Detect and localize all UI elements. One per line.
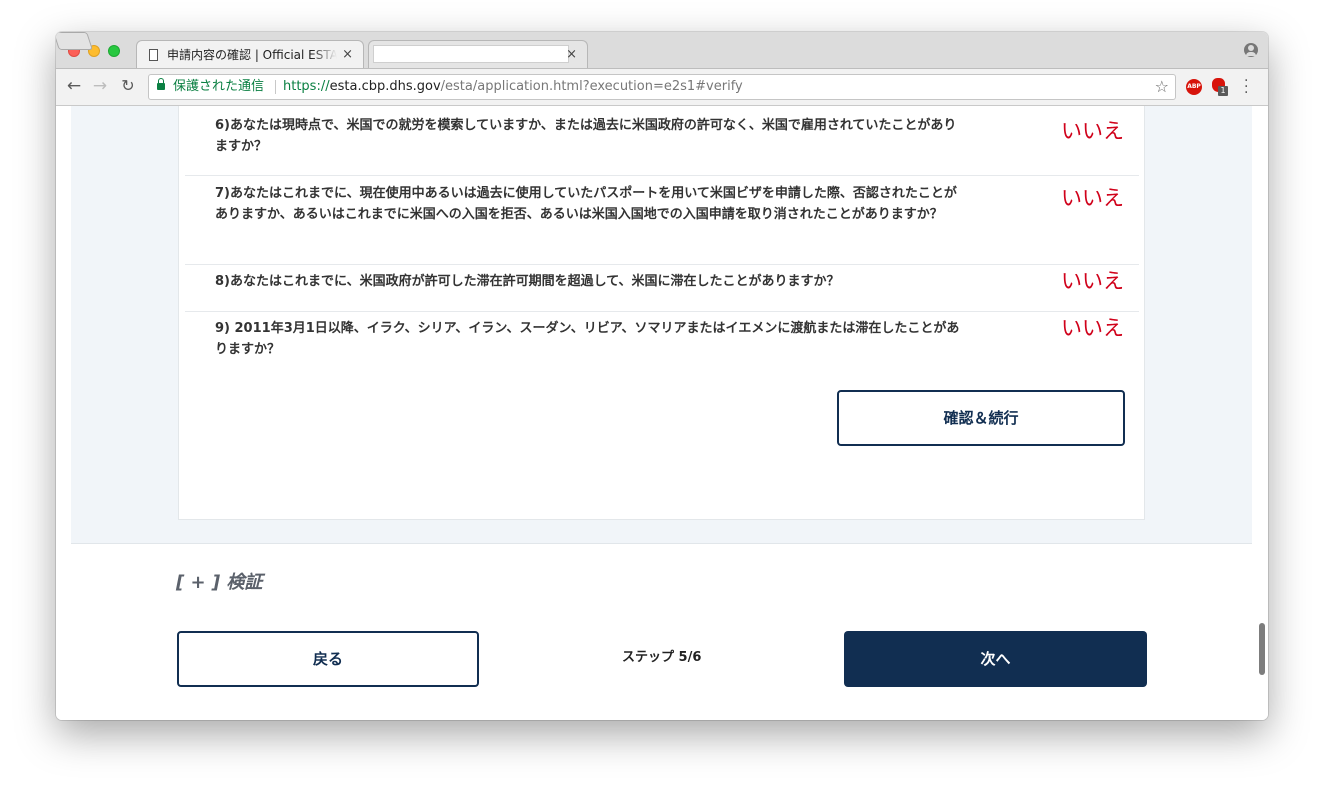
ublock-icon[interactable]: 1	[1212, 78, 1228, 96]
tab-title-blank	[373, 45, 569, 63]
next-button[interactable]: 次へ	[844, 631, 1147, 687]
maximize-window-button[interactable]	[108, 45, 120, 57]
profile-icon[interactable]	[1244, 43, 1258, 57]
question-row: 8)あなたはこれまでに、米国政府が許可した滞在許可期間を超過して、米国に滞在した…	[185, 264, 1139, 312]
question-row: 6)あなたは現時点で、米国での就労を模索していますか、または過去に米国政府の許可…	[185, 106, 1139, 175]
browser-menu-icon[interactable]: · · ·	[1244, 74, 1248, 100]
tab-close-icon[interactable]: ×	[566, 41, 577, 69]
confirm-continue-button[interactable]: 確認＆続行	[837, 390, 1125, 446]
extension-badge: 1	[1218, 86, 1228, 96]
new-tab-button[interactable]	[56, 32, 93, 50]
question-text: 6)あなたは現時点で、米国での就労を模索していますか、または過去に米国政府の許可…	[215, 118, 957, 154]
scrollbar-thumb[interactable]	[1259, 623, 1265, 675]
page-icon	[149, 49, 158, 61]
question-text: 8)あなたはこれまでに、米国政府が許可した滞在許可期間を超過して、米国に滞在した…	[215, 274, 840, 289]
forward-arrow-icon[interactable]: →	[90, 76, 110, 96]
url-text[interactable]: https://esta.cbp.dhs.gov/esta/applicatio…	[283, 75, 743, 99]
question-row: 9) 2011年3月1日以降、イラク、シリア、イラン、スーダン、リビア、ソマリア…	[185, 311, 1139, 372]
back-arrow-icon[interactable]: ←	[64, 76, 84, 96]
browser-toolbar: ← → ↻ 保護された通信 https://esta.cbp.dhs.gov/e…	[56, 69, 1268, 106]
verify-section-toggle[interactable]: [ + ] 検証	[176, 568, 262, 594]
secure-connection-label[interactable]: 保護された通信	[173, 75, 264, 99]
question-row: 7)あなたはこれまでに、現在使用中あるいは過去に使用していたパスポートを用いて米…	[185, 175, 1139, 265]
tab-close-icon[interactable]: ×	[342, 41, 353, 69]
url-host: esta.cbp.dhs.gov	[329, 79, 441, 94]
tab-second[interactable]: ×	[368, 40, 588, 68]
question-answer: いいえ	[1061, 186, 1124, 210]
question-answer: いいえ	[1061, 269, 1124, 293]
question-answer: いいえ	[1061, 119, 1124, 143]
url-path: /esta/application.html?execution=e2s1#ve…	[440, 79, 743, 94]
tab-strip: 申請内容の確認 | Official ESTA Application Webs…	[56, 32, 1268, 69]
url-scheme: https://	[283, 79, 330, 94]
step-indicator: ステップ 5/6	[622, 650, 702, 665]
question-text: 7)あなたはこれまでに、現在使用中あるいは過去に使用していたパスポートを用いて米…	[215, 186, 957, 222]
question-text: 9) 2011年3月1日以降、イラク、シリア、イラン、スーダン、リビア、ソマリア…	[215, 321, 960, 357]
lock-icon	[157, 78, 165, 90]
question-answer: いいえ	[1061, 316, 1124, 340]
reload-icon[interactable]: ↻	[118, 76, 138, 96]
back-button[interactable]: 戻る	[177, 631, 479, 687]
bookmark-star-icon[interactable]: ☆	[1155, 75, 1169, 99]
adblock-plus-icon[interactable]: ABP	[1186, 79, 1202, 95]
url-separator	[275, 80, 276, 94]
review-card: 6)あなたは現時点で、米国での就労を模索していますか、または過去に米国政府の許可…	[178, 106, 1145, 520]
browser-window: 申請内容の確認 | Official ESTA Application Webs…	[56, 32, 1268, 720]
tab-active[interactable]: 申請内容の確認 | Official ESTA Application Webs…	[136, 40, 364, 68]
address-bar[interactable]: 保護された通信 https://esta.cbp.dhs.gov/esta/ap…	[148, 74, 1176, 100]
page-content: 6)あなたは現時点で、米国での就労を模索していますか、または過去に米国政府の許可…	[56, 106, 1268, 720]
tab-title: 申請内容の確認 | Official ESTA Application Webs…	[167, 48, 337, 62]
